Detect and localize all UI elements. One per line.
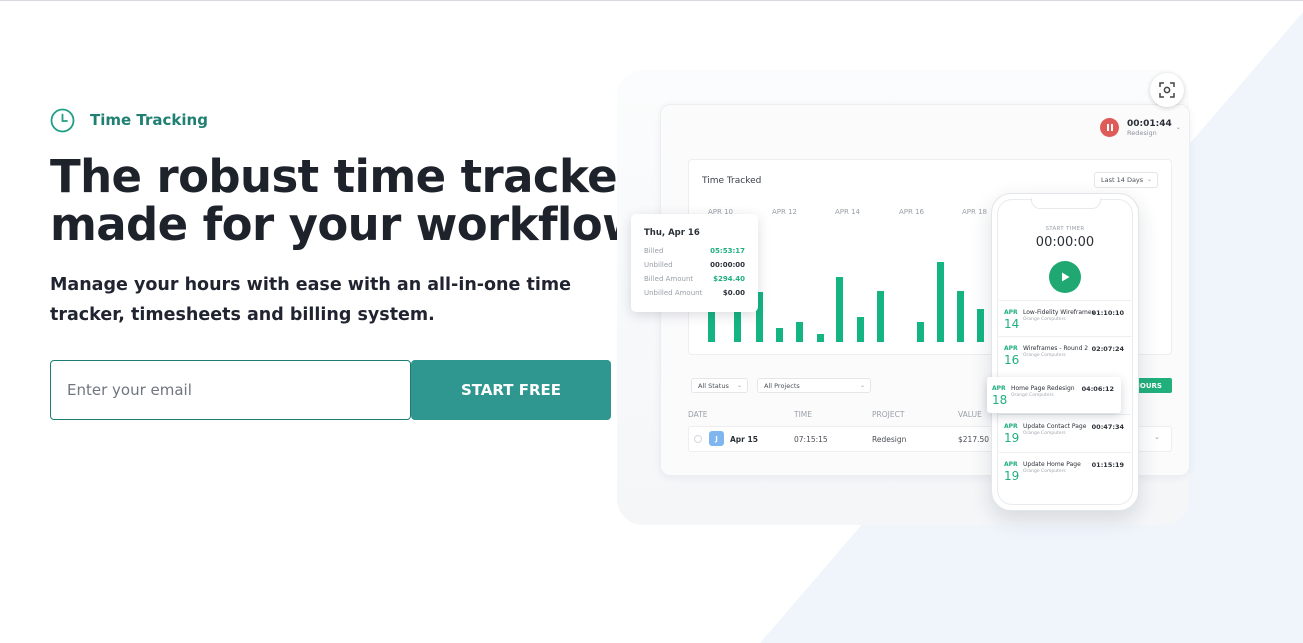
pause-icon[interactable] xyxy=(1100,118,1119,137)
column-header-time: TIME xyxy=(794,410,813,419)
screenshot-lens-button[interactable] xyxy=(1150,73,1184,107)
list-item[interactable]: APR 14 Low-Fidelity Wireframes Orange Co… xyxy=(999,300,1131,336)
entry-day: 14 xyxy=(1004,317,1020,331)
start-timer-label: START TIMER xyxy=(1045,226,1085,232)
tooltip-key: Unbilled xyxy=(644,261,673,269)
entry-month: APR xyxy=(992,385,1006,392)
page-title: The robust time tracker made for your wo… xyxy=(50,150,657,251)
projects-filter[interactable]: All Projects ⌄ xyxy=(757,378,871,393)
bar xyxy=(877,291,884,342)
entry-client: Orange Computers xyxy=(1011,393,1054,398)
start-free-button[interactable]: START FREE xyxy=(411,360,611,420)
avatar: J xyxy=(709,431,724,446)
focus-icon xyxy=(1159,82,1175,98)
entry-name: Wireframes - Round 2 xyxy=(1023,345,1089,352)
entry-month: APR xyxy=(1004,423,1018,430)
tooltip-row: Unbilled Amount $0.00 xyxy=(644,289,745,297)
column-header-value: VALUE xyxy=(958,410,982,419)
tooltip-row: Billed 05:53:17 xyxy=(644,247,745,255)
entry-duration: 01:10:10 xyxy=(1091,309,1124,317)
chart-tooltip: Thu, Apr 16 Billed 05:53:17 Unbilled 00:… xyxy=(631,214,758,312)
bar xyxy=(937,262,944,342)
tooltip-date: Thu, Apr 16 xyxy=(644,228,700,238)
bar xyxy=(917,322,924,342)
entry-day: 19 xyxy=(1004,469,1020,483)
entry-day: 16 xyxy=(1004,353,1020,367)
bar xyxy=(796,322,803,342)
tooltip-value: 00:00:00 xyxy=(710,261,745,269)
row-project: Redesign xyxy=(872,435,907,444)
status-filter[interactable]: All Status ⌄ xyxy=(691,378,748,393)
entry-month: APR xyxy=(1004,345,1018,352)
entry-duration: 02:07:24 xyxy=(1091,345,1124,353)
eyebrow: Time Tracking xyxy=(50,107,208,133)
entry-client: Orange Computers xyxy=(1023,431,1066,436)
chevron-down-icon: ⌄ xyxy=(1175,124,1181,131)
running-timer-project: Redesign xyxy=(1127,128,1157,137)
tooltip-value: $294.40 xyxy=(713,275,745,283)
row-value: $217.50 xyxy=(958,435,990,444)
eyebrow-label: Time Tracking xyxy=(90,111,208,129)
tooltip-value: $0.00 xyxy=(722,289,745,297)
entry-month: APR xyxy=(1004,461,1018,468)
email-input[interactable] xyxy=(50,360,411,420)
status-filter-value: All Status xyxy=(698,381,729,390)
bar xyxy=(857,317,864,342)
entry-client: Orange Computers xyxy=(1023,353,1066,358)
entry-name: Update Contact Page xyxy=(1023,423,1087,430)
list-item[interactable]: APR 16 Wireframes - Round 2 Orange Compu… xyxy=(999,336,1131,372)
column-header-date: DATE xyxy=(688,410,708,419)
tooltip-key: Unbilled Amount xyxy=(644,289,703,297)
row-checkbox[interactable] xyxy=(694,435,702,443)
row-date: Apr 15 xyxy=(730,435,758,444)
bar xyxy=(836,277,843,342)
chevron-down-icon: ⌄ xyxy=(1154,433,1160,441)
row-time: 07:15:15 xyxy=(794,435,828,444)
entry-day: 18 xyxy=(992,393,1008,407)
entry-client: Orange Computers xyxy=(1023,469,1066,474)
bar xyxy=(776,328,783,342)
entry-name: Home Page Redesign xyxy=(1011,385,1075,392)
tooltip-key: Billed Amount xyxy=(644,275,694,283)
entry-day: 19 xyxy=(1004,431,1020,445)
column-header-project: PROJECT xyxy=(872,410,905,419)
entry-duration: 01:15:19 xyxy=(1091,461,1124,469)
projects-filter-value: All Projects xyxy=(764,381,800,390)
tooltip-row: Billed Amount $294.40 xyxy=(644,275,745,283)
headline-line-1: The robust time tracker xyxy=(50,150,639,203)
headline-line-2: made for your workflow. xyxy=(50,198,657,251)
play-icon xyxy=(1062,272,1070,282)
bar xyxy=(977,309,984,342)
tooltip-value: 05:53:17 xyxy=(710,247,745,255)
bar xyxy=(957,291,964,342)
list-item-highlighted[interactable]: APR 18 Home Page Redesign Orange Compute… xyxy=(987,377,1121,413)
running-timer-time: 00:01:44 xyxy=(1127,118,1172,129)
entry-client: Orange Computers xyxy=(1023,317,1066,322)
running-timer[interactable]: 00:01:44 Redesign ⌄ xyxy=(1100,118,1181,137)
phone-notch xyxy=(1031,198,1101,209)
tooltip-row: Unbilled 00:00:00 xyxy=(644,261,745,269)
play-button[interactable] xyxy=(1049,261,1081,293)
clock-icon xyxy=(50,108,75,132)
list-item[interactable]: APR 19 Update Home Page Orange Computers… xyxy=(999,452,1131,488)
entry-month: APR xyxy=(1004,309,1018,316)
subheadline: Manage your hours with ease with an all-… xyxy=(50,275,571,325)
chevron-down-icon: ⌄ xyxy=(859,382,865,389)
entry-name: Update Home Page xyxy=(1023,461,1081,468)
tooltip-key: Billed xyxy=(644,247,664,255)
bar xyxy=(817,334,824,342)
entry-duration: 04:06:12 xyxy=(1081,385,1114,393)
list-item[interactable]: APR 19 Update Contact Page Orange Comput… xyxy=(999,414,1131,450)
phone-timer: 00:00:00 xyxy=(1035,235,1095,250)
entry-duration: 00:47:34 xyxy=(1091,423,1124,431)
entry-name: Low-Fidelity Wireframes xyxy=(1023,309,1095,316)
chevron-down-icon: ⌄ xyxy=(736,382,742,389)
